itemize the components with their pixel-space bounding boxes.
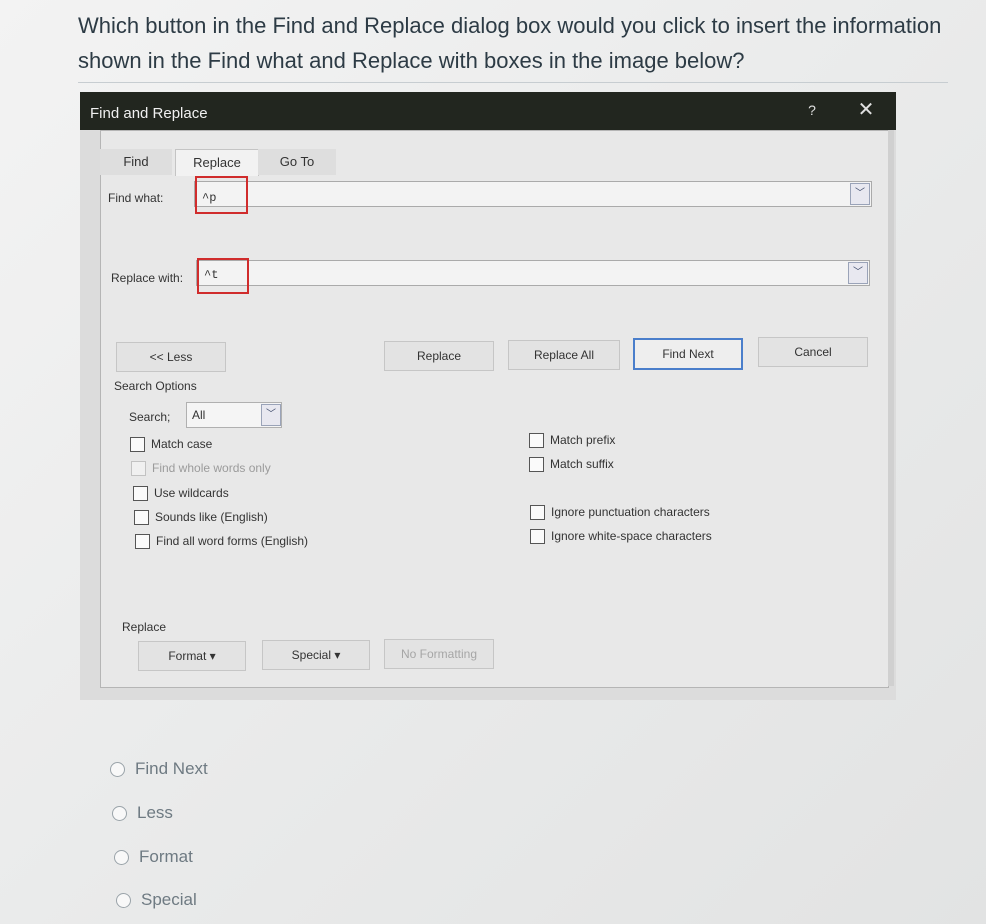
- dialog-title: Find and Replace: [90, 105, 208, 122]
- ignore-whitespace-checkbox[interactable]: [530, 528, 545, 544]
- replace-with-label: Replace with:: [111, 271, 184, 285]
- ignore-punctuation-label: Ignore punctuation characters: [551, 505, 710, 519]
- question-divider: [78, 82, 948, 83]
- search-options-heading: Search Options: [114, 379, 197, 393]
- search-direction-value: All: [192, 408, 206, 422]
- tab-go-to[interactable]: Go To: [258, 149, 336, 175]
- match-prefix-checkbox[interactable]: [529, 432, 544, 448]
- ignore-whitespace-option[interactable]: Ignore white-space characters: [530, 527, 712, 545]
- answer-radio[interactable]: [116, 892, 131, 908]
- replace-button[interactable]: Replace: [384, 341, 494, 371]
- format-button[interactable]: Format ▾: [138, 641, 246, 671]
- answer-radio[interactable]: [112, 805, 127, 821]
- tab-replace[interactable]: Replace: [175, 149, 259, 176]
- sounds-like-checkbox[interactable]: [134, 509, 149, 525]
- match-case-checkbox[interactable]: [130, 436, 145, 452]
- find-what-label: Find what:: [108, 191, 164, 205]
- dialog-edge: [888, 130, 894, 686]
- answer-option-special[interactable]: Special: [116, 890, 197, 910]
- replace-section-heading: Replace: [122, 620, 167, 634]
- less-button[interactable]: << Less: [116, 342, 226, 372]
- match-prefix-option[interactable]: Match prefix: [529, 431, 615, 449]
- question-text: Which button in the Find and Replace dia…: [78, 13, 942, 73]
- dialog-titlebar[interactable]: Find and Replace ? ✕: [80, 92, 896, 130]
- find-what-dropdown-icon[interactable]: ﹀: [850, 183, 870, 205]
- ignore-punctuation-option[interactable]: Ignore punctuation characters: [530, 503, 710, 521]
- match-suffix-label: Match suffix: [550, 457, 614, 471]
- sounds-like-option[interactable]: Sounds like (English): [134, 508, 268, 526]
- match-suffix-option[interactable]: Match suffix: [529, 455, 614, 473]
- ignore-punctuation-checkbox[interactable]: [530, 504, 545, 520]
- answer-label: Less: [137, 803, 173, 822]
- find-what-value: ^p: [202, 191, 217, 205]
- use-wildcards-label: Use wildcards: [154, 486, 229, 500]
- search-direction-dropdown-icon[interactable]: ﹀: [261, 404, 281, 426]
- find-next-button[interactable]: Find Next: [633, 338, 743, 370]
- answer-radio[interactable]: [114, 849, 129, 865]
- ignore-whitespace-label: Ignore white-space characters: [551, 529, 712, 543]
- help-icon[interactable]: ?: [802, 100, 822, 120]
- answer-option-less[interactable]: Less: [112, 803, 173, 823]
- answer-label: Find Next: [135, 759, 208, 778]
- whole-words-checkbox: [131, 460, 146, 476]
- answer-label: Special: [141, 890, 197, 909]
- whole-words-label: Find whole words only: [152, 461, 271, 475]
- special-button[interactable]: Special ▾: [262, 640, 370, 670]
- sounds-like-label: Sounds like (English): [155, 510, 268, 524]
- word-forms-label: Find all word forms (English): [156, 534, 309, 548]
- find-replace-dialog: Find and Replace ? ✕ Find Replace Go To …: [80, 92, 896, 700]
- search-direction-select[interactable]: All ﹀: [186, 402, 282, 428]
- use-wildcards-option[interactable]: Use wildcards: [133, 484, 229, 502]
- answer-option-find-next[interactable]: Find Next: [110, 759, 208, 779]
- replace-with-dropdown-icon[interactable]: ﹀: [848, 262, 868, 284]
- search-label: Search;: [129, 410, 171, 424]
- close-icon[interactable]: ✕: [854, 98, 878, 122]
- use-wildcards-checkbox[interactable]: [133, 485, 148, 501]
- answer-option-format[interactable]: Format: [114, 847, 193, 867]
- answer-label: Format: [139, 847, 193, 866]
- replace-all-button[interactable]: Replace All: [508, 340, 620, 370]
- match-prefix-label: Match prefix: [550, 433, 616, 447]
- replace-with-value: ^t: [204, 268, 219, 282]
- replace-with-input[interactable]: [196, 260, 870, 286]
- word-forms-checkbox[interactable]: [135, 533, 150, 549]
- whole-words-option: Find whole words only: [131, 459, 271, 477]
- word-forms-option[interactable]: Find all word forms (English): [135, 532, 308, 550]
- no-formatting-button: No Formatting: [384, 639, 494, 669]
- cancel-button[interactable]: Cancel: [758, 337, 868, 367]
- match-suffix-checkbox[interactable]: [529, 456, 544, 472]
- match-case-option[interactable]: Match case: [130, 435, 212, 453]
- find-what-input[interactable]: [194, 181, 872, 207]
- tab-find[interactable]: Find: [100, 149, 172, 175]
- match-case-label: Match case: [151, 437, 213, 451]
- answer-radio[interactable]: [110, 761, 125, 777]
